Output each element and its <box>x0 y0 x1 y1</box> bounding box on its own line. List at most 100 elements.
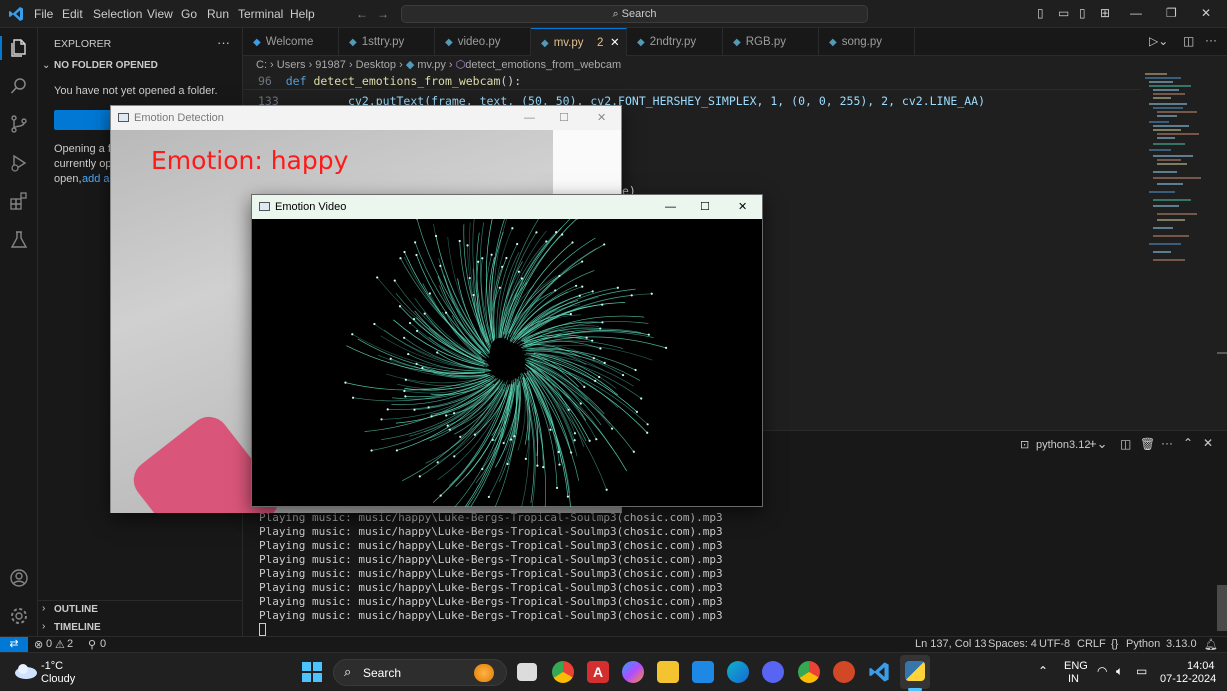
notifications-bell-icon[interactable]: 🔔︎ <box>1204 638 1218 651</box>
python-version[interactable]: 3.13.0 <box>1166 638 1197 650</box>
panel-more-icon[interactable]: ··· <box>1161 436 1173 450</box>
video-window-titlebar[interactable]: Emotion Video — ☐ ✕ <box>252 195 762 219</box>
close-icon[interactable]: ✕ <box>738 195 747 219</box>
error-count[interactable]: 0 <box>46 638 52 650</box>
ports-icon[interactable]: ⚲ <box>88 638 96 651</box>
errors-icon[interactable]: ⊗ <box>34 638 43 651</box>
code-line-96[interactable]: 96 def detect_emotions_from_webcam(): <box>258 74 521 88</box>
toggle-sidebar-icon[interactable]: ▯ <box>1037 6 1044 20</box>
run-debug-icon[interactable] <box>8 152 30 174</box>
maximize-panel-icon[interactable]: ⌃ <box>1183 436 1193 450</box>
input-region[interactable]: IN <box>1068 673 1079 685</box>
kill-terminal-icon[interactable]: 🗑 <box>1140 437 1155 451</box>
windows-start-icon[interactable] <box>302 662 322 682</box>
discord-icon[interactable] <box>762 661 784 683</box>
tab-mv[interactable]: ◆ mv.py 2 ✕ <box>531 28 627 56</box>
encoding[interactable]: UTF-8 <box>1039 638 1070 650</box>
chevron-right-icon[interactable]: › <box>42 603 45 614</box>
close-icon[interactable]: ✕ <box>1201 6 1211 20</box>
battery-icon[interactable]: ▭ <box>1136 664 1147 678</box>
close-panel-icon[interactable]: ✕ <box>1203 436 1213 450</box>
toggle-panel-icon[interactable]: ▭ <box>1058 6 1069 20</box>
breadcrumb-drive[interactable]: C: <box>256 59 267 71</box>
security-app-icon[interactable] <box>692 661 714 683</box>
remote-indicator-icon[interactable]: ⇄ <box>0 637 28 652</box>
minimize-icon[interactable]: — <box>1130 6 1142 20</box>
language-mode[interactable]: Python <box>1126 638 1160 650</box>
menu-selection[interactable]: Selection <box>93 7 142 21</box>
file-explorer-icon[interactable] <box>657 661 679 683</box>
python-taskbar-active[interactable] <box>900 655 930 689</box>
input-language[interactable]: ENG <box>1064 660 1088 672</box>
menu-go[interactable]: Go <box>181 7 197 21</box>
menu-edit[interactable]: Edit <box>62 7 83 21</box>
explorer-icon[interactable] <box>8 37 30 59</box>
accounts-icon[interactable] <box>8 567 30 589</box>
testing-flask-icon[interactable] <box>8 229 30 251</box>
menu-help[interactable]: Help <box>290 7 315 21</box>
chevron-right-icon[interactable]: › <box>42 621 45 632</box>
terminal-instance-label[interactable]: python3.12 <box>1036 439 1090 451</box>
extensions-icon[interactable] <box>8 190 30 212</box>
customize-layout-icon[interactable]: ⊞ <box>1100 6 1110 20</box>
breadcrumb-users[interactable]: Users <box>277 59 306 71</box>
tab-rgb[interactable]: ◆ RGB.py <box>723 28 819 56</box>
vscode-taskbar-icon[interactable] <box>868 661 890 683</box>
minimap[interactable] <box>1141 72 1217 272</box>
menu-terminal[interactable]: Terminal <box>238 7 283 21</box>
no-folder-section-header[interactable]: NO FOLDER OPENED <box>54 60 158 71</box>
cloud-weather-icon[interactable] <box>12 661 38 681</box>
chrome-icon[interactable] <box>552 661 574 683</box>
search-view-icon[interactable] <box>8 75 30 97</box>
split-editor-icon[interactable]: ◫ <box>1183 34 1194 48</box>
copilot-icon[interactable] <box>622 661 644 683</box>
breadcrumb-symbol[interactable]: detect_emotions_from_webcam <box>465 59 621 71</box>
chrome-profile-icon[interactable] <box>798 661 820 683</box>
breadcrumb-user[interactable]: 91987 <box>315 59 346 71</box>
add-folder-link[interactable]: add a <box>82 173 110 185</box>
terminal-cursor[interactable] <box>259 623 266 636</box>
chevron-down-icon[interactable]: ⌄ <box>42 60 50 71</box>
task-view-icon[interactable] <box>517 663 537 681</box>
cursor-position[interactable]: Ln 137, Col 13 <box>915 638 987 650</box>
end-of-line[interactable]: CRLF <box>1077 638 1106 650</box>
settings-gear-icon[interactable] <box>8 605 30 627</box>
maximize-icon[interactable]: ☐ <box>559 106 569 130</box>
tab-song[interactable]: ◆ song.py <box>819 28 915 56</box>
source-control-icon[interactable] <box>8 113 30 135</box>
warning-icon[interactable]: ⚠ <box>55 638 65 651</box>
command-center-search[interactable]: ⌕ Search <box>401 5 868 23</box>
edge-icon[interactable] <box>727 661 749 683</box>
menu-view[interactable]: View <box>147 7 173 21</box>
maximize-icon[interactable]: ☐ <box>700 195 710 219</box>
acrobat-icon[interactable]: A <box>587 661 609 683</box>
close-tab-icon[interactable]: ✕ <box>610 29 620 57</box>
split-terminal-icon[interactable]: ◫ <box>1120 437 1131 451</box>
forward-arrow-icon[interactable]: → <box>377 7 389 21</box>
menu-file[interactable]: File <box>34 7 53 21</box>
restore-icon[interactable]: ❐ <box>1166 6 1177 20</box>
close-icon[interactable]: ✕ <box>597 106 606 130</box>
volume-icon[interactable]: 🔈︎ <box>1116 664 1123 679</box>
show-hidden-icons[interactable]: ⌃ <box>1038 664 1048 678</box>
back-arrow-icon[interactable]: ← <box>356 7 368 21</box>
new-terminal-icon[interactable]: +⌄ <box>1089 436 1107 452</box>
tab-2ndtry[interactable]: ◆ 2ndtry.py <box>627 28 723 56</box>
clock-date[interactable]: 07-12-2024 <box>1160 673 1216 685</box>
indentation[interactable]: Spaces: 4 <box>988 638 1037 650</box>
emotion-video-window[interactable]: Emotion Video — ☐ ✕ <box>251 194 763 507</box>
breadcrumb-desktop[interactable]: Desktop <box>356 59 396 71</box>
emotion-window-titlebar[interactable]: Emotion Detection — ☐ ✕ <box>111 106 621 130</box>
breadcrumb-file[interactable]: mv.py <box>417 59 446 71</box>
warning-count[interactable]: 2 <box>67 638 73 650</box>
tab-video[interactable]: ◆ video.py <box>435 28 531 56</box>
ports-count[interactable]: 0 <box>100 638 106 650</box>
run-python-icon[interactable]: ▷⌄ <box>1149 34 1168 48</box>
wifi-icon[interactable]: ◠ <box>1097 664 1107 678</box>
outline-section-header[interactable]: OUTLINE <box>54 604 98 615</box>
menu-run[interactable]: Run <box>207 7 229 21</box>
editor-more-icon[interactable]: ··· <box>1205 33 1217 47</box>
minimize-icon[interactable]: — <box>665 195 676 219</box>
tab-welcome[interactable]: ◆ Welcome <box>243 28 339 56</box>
clock-time[interactable]: 14:04 <box>1187 660 1215 672</box>
